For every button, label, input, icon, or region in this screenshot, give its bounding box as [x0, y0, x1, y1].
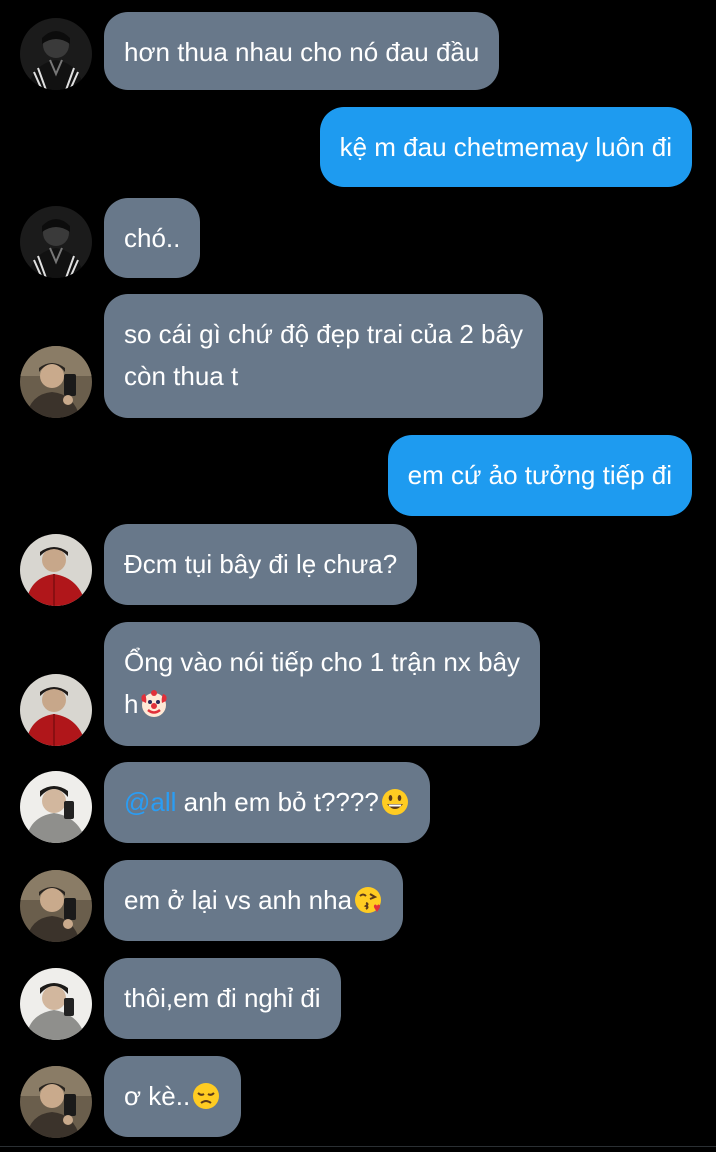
message-bubble-outgoing[interactable]: kệ m đau chetmemay luôn đi	[319, 107, 692, 187]
avatar-user-red-hoodie[interactable]	[20, 534, 92, 606]
avatar-user-dark-jacket[interactable]	[20, 18, 92, 90]
message-text-line: Ổng vào nói tiếp cho 1 trận nx bây	[124, 647, 521, 677]
message-bubble[interactable]: Ổng vào nói tiếp cho 1 trận nx bây h	[104, 622, 541, 746]
avatar-user-dark-jacket[interactable]	[20, 206, 92, 278]
message-bubble[interactable]: @all anh em bỏ t????	[104, 762, 430, 843]
message-text: hơn thua nhau cho nó đau đầu	[124, 37, 480, 67]
message-text: thôi,em đi nghỉ đi	[124, 983, 321, 1013]
avatar-user-red-hoodie[interactable]	[20, 674, 92, 746]
message-bubble[interactable]: ơ kè..	[104, 1056, 242, 1137]
divider	[0, 1146, 716, 1147]
face-blowing-kiss-emoji	[353, 885, 383, 927]
avatar-user-grey-hoodie[interactable]	[20, 968, 92, 1040]
message-text: em ở lại vs anh nha	[124, 885, 353, 915]
message-text: h	[124, 689, 139, 719]
message-bubble[interactable]: em ở lại vs anh nha	[104, 860, 404, 941]
message-bubble[interactable]: chó..	[104, 198, 201, 278]
message-bubble[interactable]: so cái gì chứ độ đẹp trai của 2 bây còn …	[104, 294, 543, 418]
message-text-line: h	[124, 683, 520, 731]
chat-message-list[interactable]: hơn thua nhau cho nó đau đầu kệ m đau ch…	[0, 0, 716, 1152]
message-text: chó..	[124, 223, 181, 253]
message-text-line: còn thua t	[124, 361, 239, 391]
message-text: Đcm tụi bây đi lẹ chưa?	[124, 549, 398, 579]
message-text: ơ kè..	[124, 1081, 191, 1111]
avatar-user-mirror-selfie[interactable]	[20, 346, 92, 418]
message-text: kệ m đau chetmemay luôn đi	[339, 132, 672, 162]
message-text: em cứ ảo tưởng tiếp đi	[407, 460, 672, 490]
avatar-user-mirror-selfie[interactable]	[20, 1066, 92, 1138]
message-bubble[interactable]: thôi,em đi nghỉ đi	[104, 958, 341, 1039]
avatar-user-mirror-selfie[interactable]	[20, 870, 92, 942]
mention-all-link[interactable]: @all	[124, 787, 176, 817]
avatar-user-grey-hoodie[interactable]	[20, 771, 92, 843]
message-bubble-outgoing[interactable]: em cứ ảo tưởng tiếp đi	[387, 435, 692, 516]
disappointed-face-emoji	[191, 1081, 221, 1123]
message-bubble[interactable]: hơn thua nhau cho nó đau đầu	[104, 12, 500, 90]
message-text-line: so cái gì chứ độ đẹp trai của 2 bây	[124, 319, 523, 349]
message-bubble[interactable]: Đcm tụi bây đi lẹ chưa?	[104, 524, 418, 605]
message-text: anh em bỏ t????	[176, 787, 379, 817]
clown-face-emoji	[139, 689, 169, 731]
grinning-face-emoji	[380, 787, 410, 829]
